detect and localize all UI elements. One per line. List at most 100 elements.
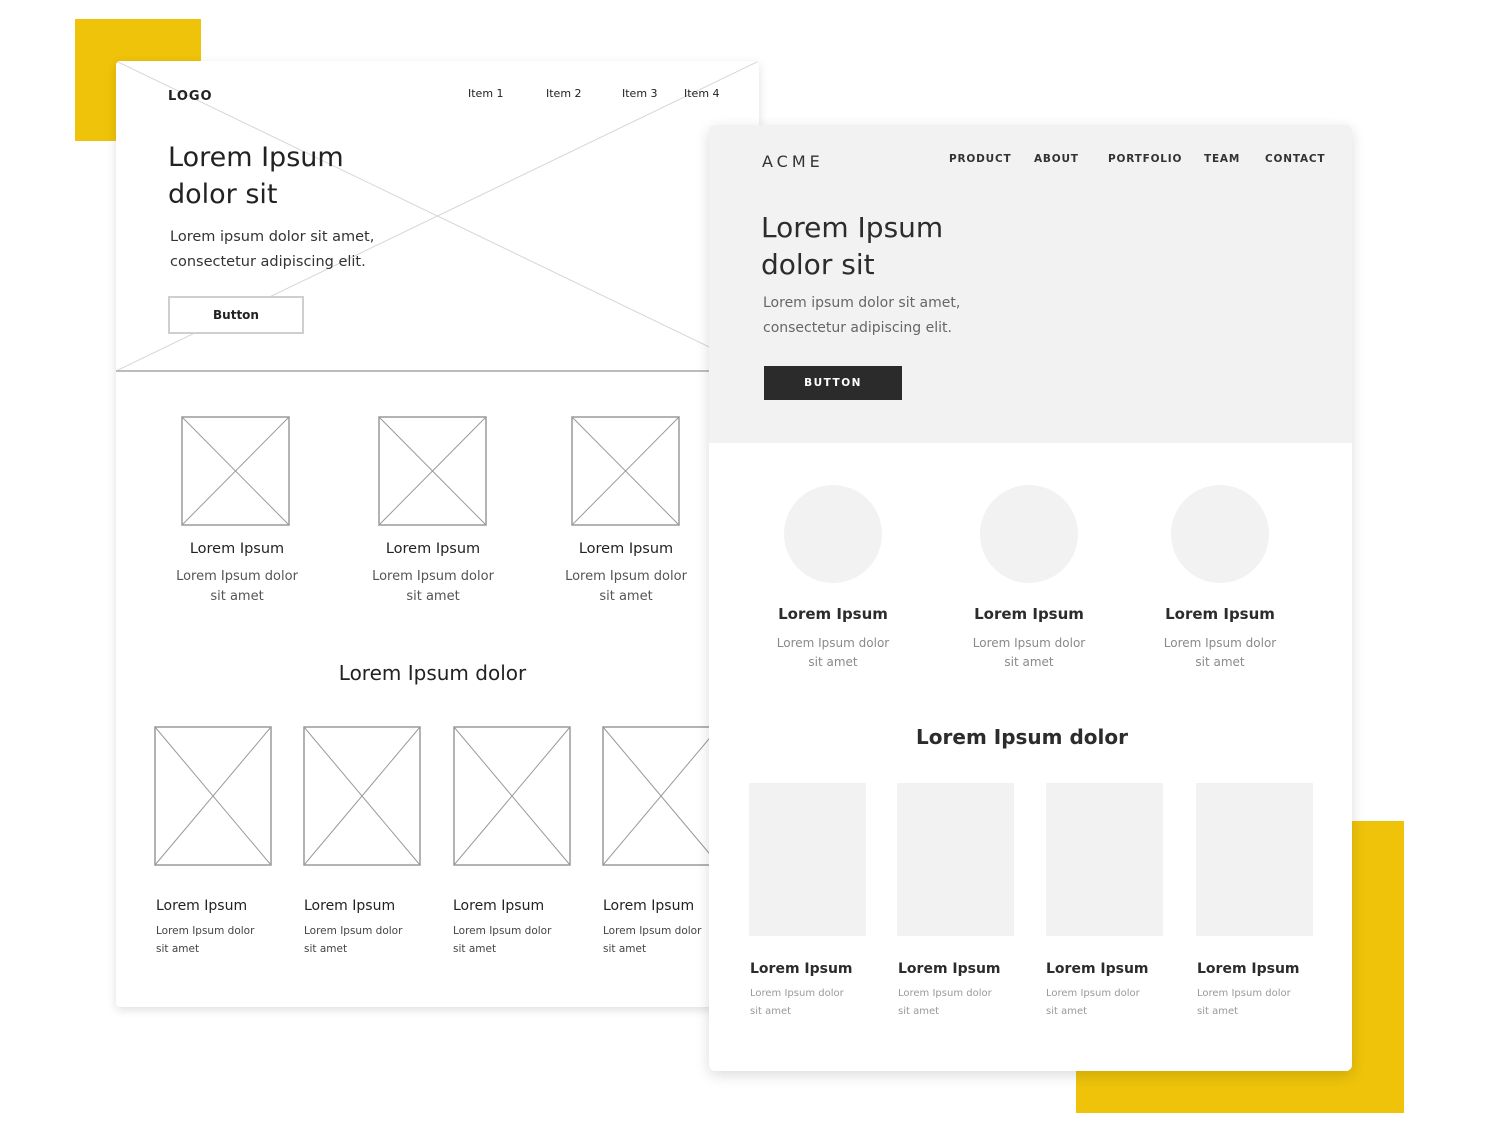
clean-card-title: Lorem Ipsum — [750, 961, 853, 977]
subtitle-line: Lorem ipsum dolor sit amet, — [763, 295, 961, 311]
clean-feature-title: Lorem Ipsum — [778, 605, 888, 623]
sketch-nav-item-4[interactable]: Item 4 — [684, 87, 720, 100]
hero-divider — [116, 370, 759, 372]
image-placeholder-icon — [181, 416, 290, 526]
title-line: Lorem Ipsum — [168, 142, 344, 173]
clean-feature-title: Lorem Ipsum — [1165, 605, 1275, 623]
desc-line: sit amet — [453, 943, 497, 955]
desc-line: Lorem Ipsum dolor — [972, 636, 1086, 650]
desc-line: Lorem Ipsum dolor — [898, 988, 992, 999]
clean-nav-team[interactable]: TEAM — [1204, 153, 1240, 165]
title-line: dolor sit — [168, 179, 278, 210]
title-line: Lorem Ipsum — [761, 211, 944, 244]
card-image-placeholder — [1046, 783, 1163, 936]
desc-line: Lorem Ipsum dolor — [304, 925, 403, 937]
sketch-wireframe: LOGO Item 1 Item 2 Item 3 Item 4 Lorem I… — [116, 61, 759, 1007]
clean-section-title: Lorem Ipsum dolor — [916, 725, 1128, 749]
desc-line: sit amet — [1195, 655, 1245, 669]
desc-line: sit amet — [599, 589, 653, 604]
sketch-feature-desc: Lorem Ipsum dolor sit amet — [546, 567, 706, 607]
image-placeholder-icon — [154, 726, 272, 866]
clean-nav-contact[interactable]: CONTACT — [1265, 153, 1325, 165]
sketch-section-title: Lorem Ipsum dolor — [338, 661, 527, 685]
clean-hero-subtitle: Lorem ipsum dolor sit amet, consectetur … — [763, 291, 960, 341]
desc-line: sit amet — [808, 655, 858, 669]
clean-card-desc: Lorem Ipsum dolor sit amet — [1197, 985, 1307, 1021]
desc-line: Lorem Ipsum dolor — [156, 925, 255, 937]
title-line: dolor sit — [761, 248, 875, 281]
desc-line: Lorem Ipsum dolor — [603, 925, 702, 937]
sketch-card-title: Lorem Ipsum — [453, 898, 545, 914]
sketch-feature-title: Lorem Ipsum — [578, 541, 674, 557]
desc-line: sit amet — [1004, 655, 1054, 669]
subtitle-line: consectetur adipiscing elit. — [170, 254, 366, 270]
image-placeholder-icon — [378, 416, 487, 526]
desc-line: Lorem Ipsum dolor — [176, 569, 298, 584]
desc-line: Lorem Ipsum dolor — [372, 569, 494, 584]
subtitle-line: Lorem ipsum dolor sit amet, — [170, 229, 375, 245]
clean-card-title: Lorem Ipsum — [1046, 961, 1149, 977]
clean-hero-title: Lorem Ipsum dolor sit — [761, 209, 943, 283]
clean-nav-product[interactable]: PRODUCT — [949, 153, 1011, 165]
desc-line: sit amet — [1197, 1006, 1239, 1017]
desc-line: sit amet — [156, 943, 200, 955]
image-placeholder-icon — [453, 726, 571, 866]
clean-card-desc: Lorem Ipsum dolor sit amet — [898, 985, 1008, 1021]
clean-feature-desc: Lorem Ipsum dolor sit amet — [949, 634, 1109, 672]
sketch-feature-desc: Lorem Ipsum dolor sit amet — [353, 567, 513, 607]
sketch-nav-item-2[interactable]: Item 2 — [546, 87, 582, 100]
sketch-feature-title: Lorem Ipsum — [385, 541, 481, 557]
desc-line: Lorem Ipsum dolor — [750, 988, 844, 999]
desc-line: Lorem Ipsum dolor — [1197, 988, 1291, 999]
card-image-placeholder — [1196, 783, 1313, 936]
image-placeholder-icon — [303, 726, 421, 866]
desc-line: sit amet — [1046, 1006, 1088, 1017]
desc-line: sit amet — [304, 943, 348, 955]
sketch-card-title: Lorem Ipsum — [603, 898, 695, 914]
clean-feature-desc: Lorem Ipsum dolor sit amet — [1140, 634, 1300, 672]
card-image-placeholder — [897, 783, 1014, 936]
desc-line: Lorem Ipsum dolor — [453, 925, 552, 937]
desc-line: Lorem Ipsum dolor — [1163, 636, 1277, 650]
sketch-hero-button[interactable]: Button — [168, 296, 304, 334]
sketch-feature-title: Lorem Ipsum — [189, 541, 285, 557]
clean-nav-about[interactable]: ABOUT — [1034, 153, 1079, 165]
clean-card-title: Lorem Ipsum — [898, 961, 1001, 977]
clean-card-desc: Lorem Ipsum dolor sit amet — [750, 985, 860, 1021]
sketch-card-desc: Lorem Ipsum dolor sit amet — [603, 922, 713, 958]
card-image-placeholder — [749, 783, 866, 936]
sketch-card-desc: Lorem Ipsum dolor sit amet — [304, 922, 414, 958]
sketch-card-desc: Lorem Ipsum dolor sit amet — [453, 922, 563, 958]
subtitle-line: consectetur adipiscing elit. — [763, 320, 952, 336]
sketch-card-desc: Lorem Ipsum dolor sit amet — [156, 922, 266, 958]
desc-line: sit amet — [406, 589, 460, 604]
desc-line: Lorem Ipsum dolor — [776, 636, 890, 650]
sketch-nav-item-3[interactable]: Item 3 — [622, 87, 658, 100]
feature-image-placeholder — [1171, 485, 1269, 583]
desc-line: sit amet — [603, 943, 647, 955]
sketch-feature-desc: Lorem Ipsum dolor sit amet — [157, 567, 317, 607]
desc-line: sit amet — [898, 1006, 940, 1017]
desc-line: sit amet — [750, 1006, 792, 1017]
sketch-card-title: Lorem Ipsum — [156, 898, 248, 914]
clean-hero-button[interactable]: BUTTON — [764, 366, 902, 400]
image-placeholder-icon — [602, 726, 720, 866]
desc-line: Lorem Ipsum dolor — [1046, 988, 1140, 999]
clean-card-desc: Lorem Ipsum dolor sit amet — [1046, 985, 1156, 1021]
sketch-logo[interactable]: LOGO — [168, 89, 213, 104]
feature-image-placeholder — [784, 485, 882, 583]
feature-image-placeholder — [980, 485, 1078, 583]
sketch-hero-title: Lorem Ipsum dolor sit — [168, 139, 428, 213]
clean-nav-portfolio[interactable]: PORTFOLIO — [1108, 153, 1182, 165]
sketch-card-title: Lorem Ipsum — [304, 898, 396, 914]
desc-line: sit amet — [210, 589, 264, 604]
sketch-hero-subtitle: Lorem ipsum dolor sit amet, consectetur … — [170, 225, 430, 275]
image-placeholder-icon — [571, 416, 680, 526]
clean-feature-title: Lorem Ipsum — [974, 605, 1084, 623]
clean-feature-desc: Lorem Ipsum dolor sit amet — [753, 634, 913, 672]
clean-card-title: Lorem Ipsum — [1197, 961, 1300, 977]
sketch-nav-item-1[interactable]: Item 1 — [468, 87, 504, 100]
clean-logo[interactable]: ACME — [762, 152, 824, 171]
clean-mockup: ACME PRODUCT ABOUT PORTFOLIO TEAM CONTAC… — [709, 125, 1352, 1071]
desc-line: Lorem Ipsum dolor — [565, 569, 687, 584]
